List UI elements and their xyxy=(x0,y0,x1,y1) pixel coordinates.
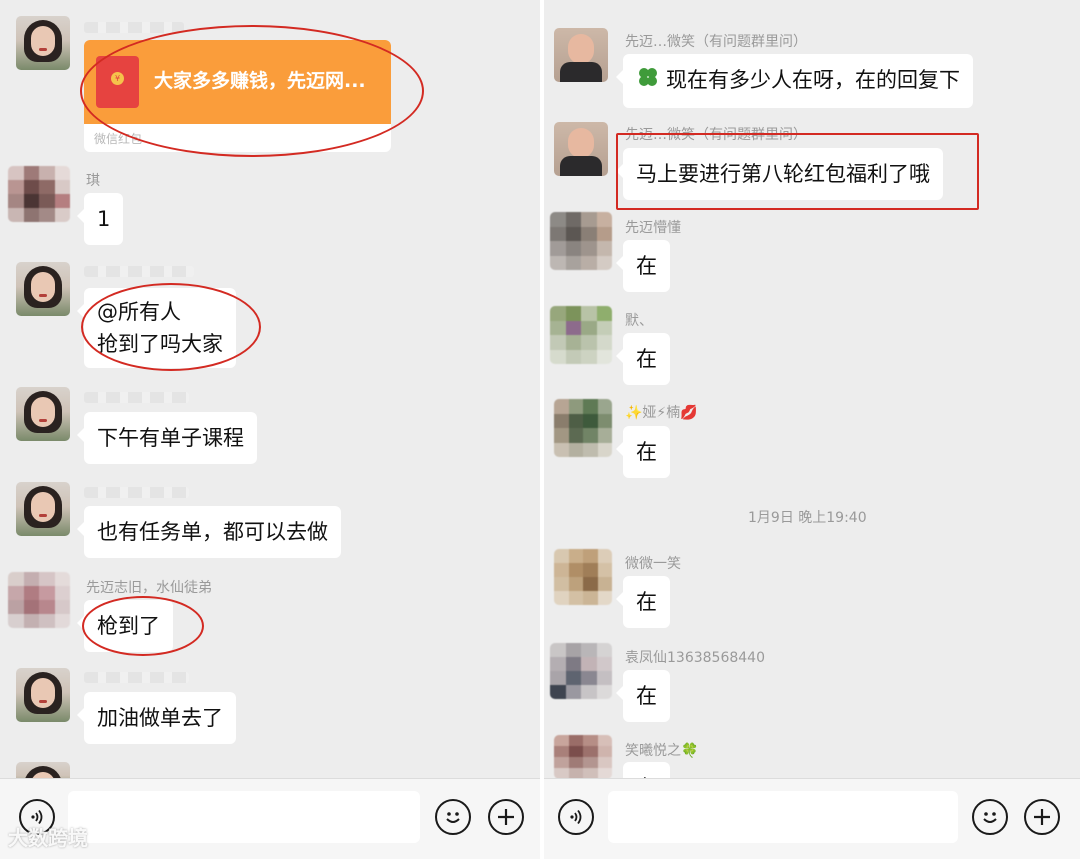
avatar[interactable] xyxy=(16,16,70,70)
message-bubble[interactable]: 现在有多少人在呀，在的回复下 xyxy=(616,54,973,108)
avatar[interactable] xyxy=(16,482,70,536)
watermark-logo: 大数跨境 xyxy=(8,826,88,850)
message-bubble[interactable]: 在 xyxy=(616,240,670,292)
avatar[interactable] xyxy=(550,643,612,699)
avatar[interactable] xyxy=(554,549,612,605)
sender-name-masked xyxy=(84,672,189,683)
chat-input-bar xyxy=(544,778,1080,859)
avatar[interactable] xyxy=(554,399,612,457)
sender-name: 笑曦悦之🍀 xyxy=(625,743,699,759)
emoji-icon[interactable] xyxy=(972,799,1008,835)
avatar[interactable] xyxy=(16,387,70,441)
avatar[interactable] xyxy=(8,166,70,222)
message-bubble[interactable]: 也有任务单，都可以去做 xyxy=(77,506,341,558)
chat-timestamp: 1月9日 晚上19:40 xyxy=(748,510,867,526)
annotation-circle xyxy=(81,283,261,371)
avatar[interactable] xyxy=(554,735,612,779)
sender-name-masked xyxy=(84,487,189,498)
annotation-circle xyxy=(80,25,424,157)
message-bubble[interactable]: 1 xyxy=(76,193,124,245)
annotation-box xyxy=(616,133,979,210)
sender-name: 先迈懵懂 xyxy=(625,220,681,236)
sender-name: 先迈志旧，水仙徒弟 xyxy=(86,580,212,596)
voice-icon[interactable] xyxy=(558,799,594,835)
message-bubble[interactable]: 在 xyxy=(616,426,670,478)
message-bubble[interactable]: 加油做单去了 xyxy=(77,692,236,744)
sender-name: ✨娅⚡楠💋 xyxy=(625,405,698,421)
avatar[interactable] xyxy=(16,262,70,316)
sender-name: 微微一笑 xyxy=(625,556,681,572)
plus-icon[interactable] xyxy=(1024,799,1060,835)
sender-name: 袁凤仙13638568440 xyxy=(625,650,765,666)
sender-name-masked xyxy=(84,392,189,403)
avatar[interactable] xyxy=(550,306,612,364)
avatar[interactable] xyxy=(554,28,608,82)
sender-name-masked xyxy=(84,22,184,33)
left-chat-screenshot: ¥ 大家多多赚钱，先迈网... 微信红包 琪 1 @所有人 抢到了吗大家 下午有… xyxy=(0,0,540,859)
sender-name-masked xyxy=(84,266,194,277)
sender-name: 先迈…微笑（有问题群里问） xyxy=(625,34,807,50)
plus-icon[interactable] xyxy=(488,799,524,835)
avatar[interactable] xyxy=(16,668,70,722)
message-input[interactable] xyxy=(608,791,958,843)
emoji-icon[interactable] xyxy=(435,799,471,835)
message-bubble[interactable]: 在 xyxy=(616,576,670,628)
avatar[interactable] xyxy=(550,212,612,270)
message-bubble[interactable]: 在 xyxy=(616,333,670,385)
avatar[interactable] xyxy=(554,122,608,176)
right-chat-screenshot: 先迈…微笑（有问题群里问） 现在有多少人在呀，在的回复下 先迈…微笑（有问题群里… xyxy=(544,0,1080,859)
sender-name: 默、 xyxy=(625,313,653,329)
avatar[interactable] xyxy=(8,572,70,628)
annotation-circle xyxy=(82,596,204,656)
message-bubble[interactable]: 下午有单子课程 xyxy=(77,412,257,464)
message-bubble[interactable]: 在 xyxy=(616,670,670,722)
message-text: 现在有多少人在呀，在的回复下 xyxy=(666,68,960,92)
sender-name: 琪 xyxy=(86,173,100,189)
message-input[interactable] xyxy=(68,791,420,843)
clover-icon xyxy=(636,65,660,98)
